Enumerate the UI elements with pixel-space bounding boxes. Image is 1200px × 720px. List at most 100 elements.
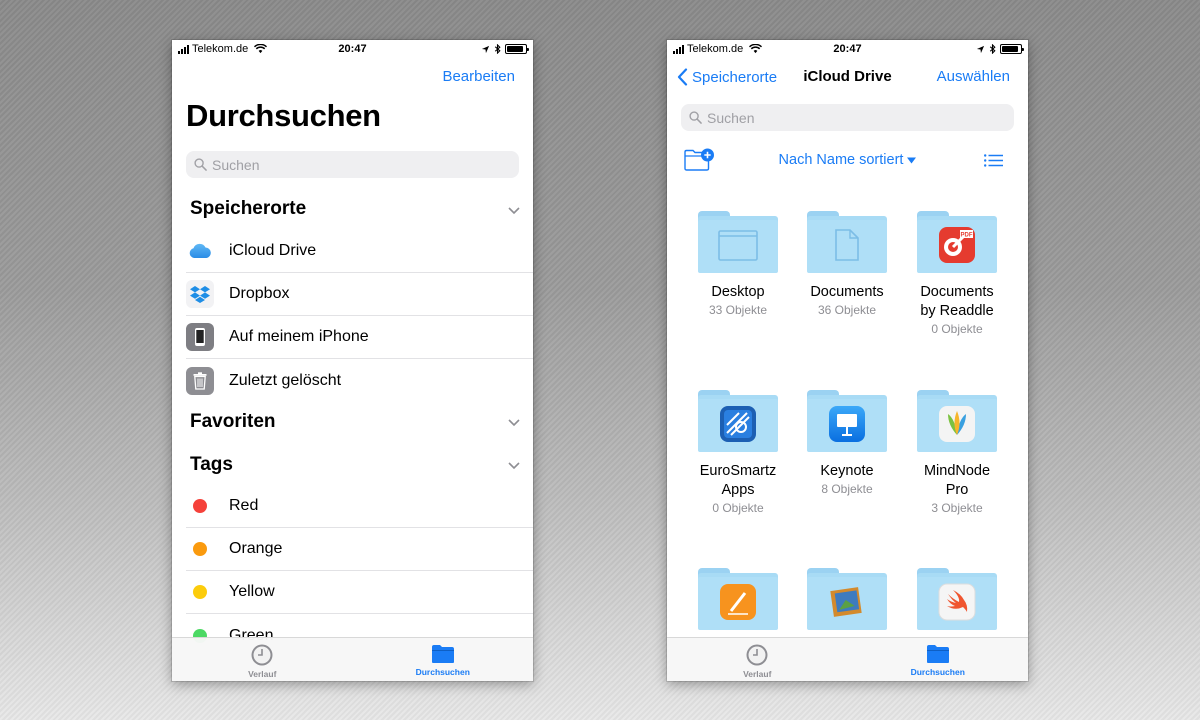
folder-item-mindnode-pro[interactable]: MindNode Pro 3 Objekte	[902, 390, 1012, 516]
tab-bar: Verlauf Durchsuchen	[667, 637, 1028, 681]
folder-name: EuroSmartz Apps	[683, 462, 793, 500]
folder-icon	[917, 390, 997, 454]
location-label: iCloud Drive	[229, 242, 317, 259]
folder-item-eurosmartz-apps[interactable]: EuroSmartz Apps 0 Objekte	[683, 390, 793, 516]
battery-level	[507, 46, 524, 52]
eurosmartz-app-icon	[720, 405, 756, 442]
tab-label: Verlauf	[248, 669, 277, 679]
folder-item-preview[interactable]	[792, 568, 902, 632]
section-header-tags[interactable]: Tags	[190, 454, 233, 476]
tag-label: Orange	[229, 540, 283, 557]
search-icon	[194, 158, 207, 171]
chevron-down-icon[interactable]	[507, 460, 521, 470]
folder-name: Keynote	[820, 463, 874, 479]
tag-label: Yellow	[229, 583, 275, 600]
folder-count: 0 Objekte	[712, 501, 764, 515]
tab-browse[interactable]: Durchsuchen	[848, 638, 1029, 681]
clock-icon	[251, 644, 273, 666]
wifi-icon	[254, 44, 268, 54]
bluetooth-icon	[989, 44, 996, 54]
location-label: Auf meinem iPhone	[229, 328, 369, 345]
tab-history[interactable]: Verlauf	[172, 638, 353, 681]
trash-icon	[186, 366, 214, 395]
chevron-down-icon[interactable]	[507, 205, 521, 215]
folder-count: 36 Objekte	[817, 303, 877, 317]
folder-name: Documents	[810, 284, 884, 300]
location-label: Dropbox	[229, 285, 290, 302]
folder-icon	[807, 390, 887, 454]
triangle-down-icon	[907, 157, 917, 164]
search-placeholder: Suchen	[707, 109, 755, 126]
search-input[interactable]: Suchen	[186, 151, 519, 178]
folder-name: MindNode Pro	[902, 462, 1012, 500]
status-bar: Telekom.de 20:47	[172, 40, 533, 58]
signal-icon	[178, 44, 189, 54]
carrier-label: Telekom.de	[192, 43, 249, 55]
tab-bar: Verlauf Durchsuchen	[172, 637, 533, 681]
list-view-icon[interactable]	[984, 154, 1003, 167]
new-folder-icon[interactable]	[684, 148, 715, 172]
pdf-expert-app-icon: PDF	[939, 226, 975, 263]
search-icon	[689, 111, 702, 124]
search-placeholder: Suchen	[212, 156, 260, 173]
svg-text:PDF: PDF	[961, 232, 973, 238]
folder-name-line1: Documents	[920, 284, 994, 300]
status-bar: Telekom.de 20:47	[667, 40, 1028, 58]
wifi-icon	[749, 44, 763, 54]
location-row-icloud-drive[interactable]: iCloud Drive	[186, 230, 533, 273]
folder-icon: PDF	[917, 211, 997, 275]
back-label: Speicherorte	[692, 68, 778, 86]
folder-name-line2: Apps	[721, 482, 755, 498]
chevron-left-icon	[677, 68, 688, 86]
document-emblem-icon	[835, 228, 859, 261]
location-arrow-icon	[976, 45, 985, 53]
tab-label: Verlauf	[743, 669, 772, 679]
iphone-icon	[186, 323, 214, 351]
folder-item-documents-by-readdle[interactable]: PDF Documents by Readdle 0 Objekte	[902, 211, 1012, 337]
folder-name-line1: MindNode	[923, 463, 991, 479]
tab-history[interactable]: Verlauf	[667, 638, 848, 681]
location-row-on-my-iphone[interactable]: Auf meinem iPhone	[186, 316, 533, 359]
folder-icon	[807, 211, 887, 275]
tag-row-yellow[interactable]: Yellow	[186, 571, 533, 614]
battery-level	[1002, 46, 1019, 52]
tag-dot-icon	[186, 535, 214, 563]
folder-item-pages[interactable]	[683, 568, 793, 632]
folder-name-line2: Pro	[945, 482, 969, 498]
tag-row-orange[interactable]: Orange	[186, 528, 533, 571]
location-row-recently-deleted[interactable]: Zuletzt gelöscht	[186, 359, 533, 402]
dropbox-icon	[186, 280, 214, 308]
folder-count: 0 Objekte	[931, 322, 983, 336]
section-header-locations[interactable]: Speicherorte	[190, 198, 306, 220]
search-input[interactable]: Suchen	[681, 104, 1014, 131]
edit-button[interactable]: Bearbeiten	[442, 68, 515, 85]
section-header-favorites[interactable]: Favoriten	[190, 411, 276, 433]
location-label: Zuletzt gelöscht	[229, 371, 342, 389]
folder-item-keynote[interactable]: Keynote 8 Objekte	[792, 390, 902, 497]
tab-label: Durchsuchen	[910, 667, 965, 677]
carrier-label: Telekom.de	[687, 43, 744, 55]
folder-icon	[431, 645, 454, 663]
chevron-down-icon[interactable]	[507, 417, 521, 427]
browse-screen: Telekom.de 20:47 Bearbeiten Durchsuchen …	[172, 40, 533, 681]
icloud-drive-screen: Telekom.de 20:47 Speicherorte iCloud Dri…	[667, 40, 1028, 681]
folder-item-swift-playgrounds[interactable]	[902, 568, 1012, 632]
keynote-app-icon	[829, 405, 865, 442]
folder-item-desktop[interactable]: Desktop 33 Objekte	[683, 211, 793, 318]
select-button[interactable]: Auswählen	[937, 68, 1010, 85]
battery-icon	[505, 44, 529, 54]
pages-app-icon	[720, 583, 756, 620]
tab-browse[interactable]: Durchsuchen	[353, 638, 534, 681]
location-row-dropbox[interactable]: Dropbox	[186, 273, 533, 316]
tag-color-yellow	[193, 585, 207, 599]
page-title: Durchsuchen	[186, 98, 381, 133]
folder-count: 8 Objekte	[821, 482, 873, 496]
location-arrow-icon	[481, 45, 490, 53]
folder-count: 3 Objekte	[931, 501, 983, 515]
sort-label: Nach Name sortiert	[778, 152, 904, 168]
folder-item-documents[interactable]: Documents 36 Objekte	[792, 211, 902, 318]
sort-button[interactable]: Nach Name sortiert	[779, 152, 917, 168]
back-button[interactable]: Speicherorte	[677, 68, 777, 86]
desktop-emblem-icon	[718, 229, 758, 261]
tag-row-red[interactable]: Red	[186, 485, 533, 528]
